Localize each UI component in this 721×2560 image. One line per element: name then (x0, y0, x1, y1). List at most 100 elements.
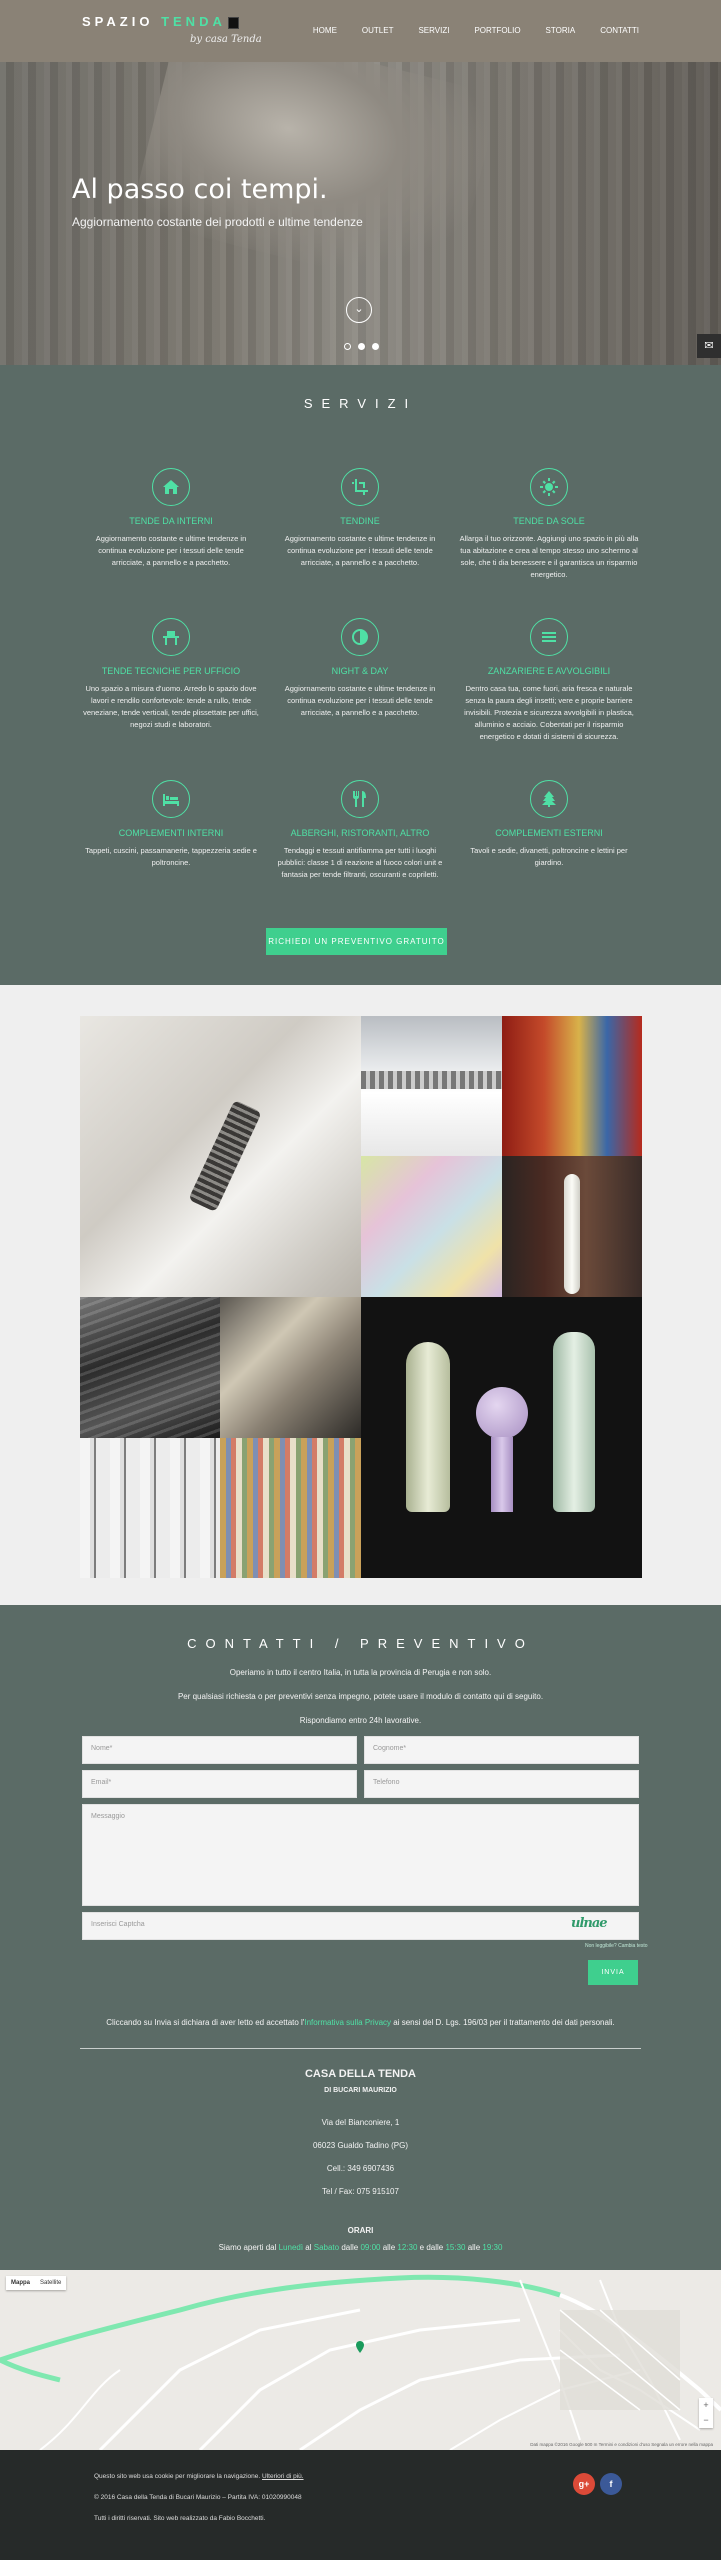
service-card: TENDE DA INTERNI Aggiornamento costante e… (81, 468, 261, 569)
restaurant-icon (341, 780, 379, 818)
nav-item-servizi[interactable]: SERVIZI (418, 26, 449, 35)
service-description: Tavoli e sedie, divanetti, poltroncine e… (470, 846, 628, 867)
captcha-image: ulnae (571, 1916, 608, 1931)
nav-item-outlet[interactable]: OUTLET (362, 26, 394, 35)
message-textarea[interactable]: Messaggio (82, 1804, 639, 1906)
cookie-notice: Questo sito web usa cookie per migliorar… (94, 2473, 304, 2480)
service-title: NIGHT & DAY (331, 666, 389, 676)
service-title: COMPLEMENTI ESTERNI (495, 828, 603, 838)
logo[interactable]: SPAZIO TENDA by casa Tenda (82, 12, 267, 52)
map-type-tabs: Mappa Satellite (6, 2276, 67, 2290)
service-title: TENDINE (340, 516, 380, 526)
captcha-placeholder: Inserisci Captcha (91, 1921, 145, 1928)
privacy-link[interactable]: Informativa sulla Privacy (304, 2018, 391, 2027)
slider-dot[interactable] (344, 343, 351, 350)
gallery-photo[interactable] (80, 1016, 361, 1297)
service-card: ALBERGHI, RISTORANTI, ALTRO Tendaggi e te… (270, 780, 450, 881)
copyright: © 2016 Casa della Tenda di Bucari Mauriz… (94, 2494, 302, 2501)
contact-intro: Rispondiamo entro 24h lavorative. (299, 1716, 422, 1725)
service-description: Aggiornamento costante e ultime tendenze… (95, 534, 247, 567)
google-map[interactable]: Mappa Satellite + − Dati mappa ©2016 Goog… (0, 2270, 721, 2450)
service-title: TENDE DA INTERNI (129, 516, 213, 526)
services-title: SERVIZI (303, 396, 418, 411)
captcha-refresh-link[interactable]: Non leggibile? Cambia testo (585, 1943, 648, 1949)
crop-icon (341, 468, 379, 506)
main-nav: HOME OUTLET SERVIZI PORTFOLIO STORIA CON… (313, 26, 639, 35)
site-header: SPAZIO TENDA by casa Tenda HOME OUTLET S… (0, 0, 721, 62)
contact-intro: Operiamo in tutto il centro Italia, in t… (229, 1668, 492, 1677)
gallery-photo[interactable] (80, 1297, 220, 1438)
city: 06023 Gualdo Tadino (PG) (312, 2141, 409, 2150)
service-description: Aggiornamento costante e ultime tendenze… (284, 534, 436, 567)
company-owner: DI BUCARI MAURIZIO (324, 2087, 397, 2094)
contrast-icon (341, 618, 379, 656)
service-card: TENDINE Aggiornamento costante e ultime t… (270, 468, 450, 569)
send-button[interactable]: INVIA (588, 1960, 638, 1985)
gallery-photo[interactable] (361, 1297, 642, 1578)
email-input[interactable]: Email* (82, 1770, 357, 1798)
google-plus-icon[interactable]: g+ (573, 2473, 595, 2495)
service-description: Allarga il tuo orizzonte. Aggiungi uno s… (459, 534, 639, 579)
service-title: TENDE DA SOLE (513, 516, 585, 526)
site-footer (0, 2450, 721, 2560)
nav-item-contatti[interactable]: CONTATTI (600, 26, 639, 35)
home-icon (152, 468, 190, 506)
bed-icon (152, 780, 190, 818)
opening-hours: Siamo aperti dal Lunedì al Sabato dalle … (218, 2243, 503, 2252)
surname-input[interactable]: Cognome* (364, 1736, 639, 1764)
gallery-photo[interactable] (361, 1016, 502, 1156)
facebook-icon[interactable]: f (600, 2473, 622, 2495)
logo-text: SPAZIO TENDA (82, 14, 239, 29)
envelope-icon[interactable]: ✉ (697, 334, 721, 358)
service-description: Aggiornamento costante e ultime tendenze… (284, 684, 436, 717)
captcha-input[interactable]: Inserisci Captcha (82, 1912, 639, 1940)
service-title: COMPLEMENTI INTERNI (118, 828, 224, 838)
slider-dot[interactable] (358, 343, 365, 350)
slider-dot[interactable] (372, 343, 379, 350)
service-card: TENDE TECNICHE PER UFFICIO Uno spazio a m… (81, 618, 261, 731)
rights-credit: Tutti i diritti riservati. Sito web real… (94, 2515, 266, 2522)
map-tab-mappa[interactable]: Mappa (6, 2276, 35, 2290)
address: Via del Bianconiere, 1 (321, 2118, 400, 2127)
logo-tagline: by casa Tenda (190, 34, 262, 45)
menu-icon (530, 618, 568, 656)
cell-phone: Cell.: 349 6907436 (326, 2164, 395, 2173)
map-tab-satellite[interactable]: Satellite (35, 2276, 66, 2290)
request-quote-button[interactable]: RICHIEDI UN PREVENTIVO GRATUITO (266, 928, 447, 955)
service-title: ZANZARIERE E AVVOLGIBILI (487, 666, 611, 676)
service-title: ALBERGHI, RISTORANTI, ALTRO (290, 828, 430, 838)
hero-subtitle: Aggiornamento costante dei prodotti e ul… (72, 215, 363, 229)
service-description: Tappeti, cuscini, passamanerie, tappezze… (85, 846, 257, 867)
hero-slider: Al passo coi tempi. Aggiornamento costan… (0, 62, 721, 365)
gallery-photo[interactable] (502, 1156, 642, 1297)
service-description: Tendaggi e tessuti antifiamma per tutti … (277, 846, 443, 879)
service-card: COMPLEMENTI INTERNI Tappeti, cuscini, pas… (81, 780, 261, 869)
tree-icon (530, 780, 568, 818)
gallery-photo[interactable] (502, 1016, 642, 1156)
contact-intro: Per qualsiasi richiesta o per preventivi… (177, 1692, 544, 1701)
service-description: Uno spazio a misura d'uomo. Arredo lo sp… (83, 684, 259, 729)
hero-title: Al passo coi tempi. (72, 174, 328, 205)
map-marker-icon[interactable] (356, 2340, 364, 2353)
divider (80, 2048, 641, 2049)
gallery-photo[interactable] (361, 1156, 502, 1297)
gallery-photo[interactable] (80, 1438, 220, 1578)
nav-item-storia[interactable]: STORIA (546, 26, 576, 35)
phone-input[interactable]: Telefono (364, 1770, 639, 1798)
scroll-down-icon[interactable]: ⌄ (346, 297, 372, 323)
service-card: TENDE DA SOLE Allarga il tuo orizzonte. A… (459, 468, 639, 581)
nav-item-portfolio[interactable]: PORTFOLIO (474, 26, 520, 35)
company-name: CASA DELLA TENDA (304, 2068, 416, 2080)
gallery-photo[interactable] (220, 1438, 361, 1578)
service-description: Dentro casa tua, come fuori, aria fresca… (464, 684, 634, 741)
slider-dots (344, 343, 379, 350)
service-card: NIGHT & DAY Aggiornamento costante e ulti… (270, 618, 450, 719)
cookie-link[interactable]: Ulteriori di più. (262, 2473, 304, 2480)
map-zoom-control[interactable]: + − (699, 2398, 713, 2428)
gallery-photo[interactable] (220, 1297, 361, 1438)
tel-fax: Tel / Fax: 075 915107 (322, 2187, 399, 2196)
service-card: COMPLEMENTI ESTERNI Tavoli e sedie, divan… (459, 780, 639, 869)
name-input[interactable]: Nome* (82, 1736, 357, 1764)
sun-icon (530, 468, 568, 506)
nav-item-home[interactable]: HOME (313, 26, 337, 35)
